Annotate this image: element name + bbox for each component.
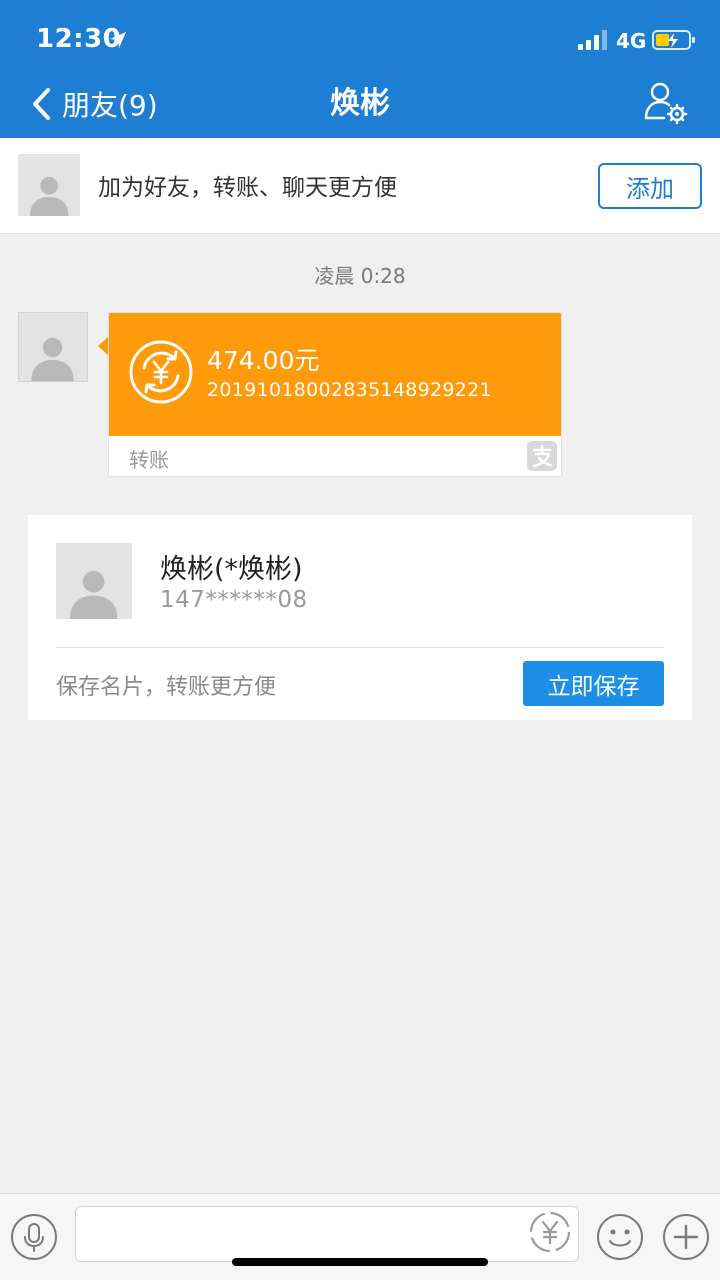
- header: 12:30 4G 朋友(9) 焕彬: [0, 0, 720, 138]
- add-friend-button[interactable]: 添加: [598, 163, 702, 209]
- transfer-label: 转账: [129, 448, 169, 472]
- emoji-icon[interactable]: [596, 1213, 644, 1261]
- transfer-yuan-icon: [129, 340, 193, 404]
- transfer-message-card[interactable]: 474.00元 20191018002835148929221 转账: [108, 312, 562, 477]
- message-input[interactable]: [75, 1206, 579, 1262]
- contact-avatar[interactable]: [56, 543, 132, 619]
- save-contact-hint: 保存名片，转账更方便: [56, 675, 277, 700]
- sender-avatar[interactable]: [18, 312, 88, 382]
- transfer-id: 20191018002835148929221: [207, 379, 492, 401]
- chat-input-bar: [0, 1193, 720, 1280]
- home-indicator[interactable]: [232, 1258, 488, 1266]
- save-contact-card: 焕彬(*焕彬) 147******08 保存名片，转账更方便 立即保存: [28, 515, 692, 720]
- default-avatar-icon: [31, 337, 75, 381]
- signal-icon: [578, 30, 607, 50]
- location-arrow-icon: [110, 32, 126, 48]
- page-title: 焕彬: [330, 86, 390, 121]
- avatar[interactable]: [18, 154, 80, 216]
- alipay-icon: [527, 441, 557, 471]
- network-type: 4G: [616, 29, 647, 53]
- add-friend-text: 加为好友，转账、聊天更方便: [98, 175, 397, 201]
- add-friend-banner: 加为好友，转账、聊天更方便 添加: [0, 138, 720, 234]
- default-avatar-icon: [70, 570, 118, 619]
- battery-charging-icon: [652, 30, 695, 50]
- yuan-icon[interactable]: [526, 1208, 574, 1256]
- contact-phone: 147******08: [160, 587, 308, 613]
- transfer-amount: 474.00元: [207, 346, 320, 375]
- navigation-bar: 朋友(9) 焕彬: [0, 76, 720, 138]
- save-contact-button[interactable]: 立即保存: [523, 661, 664, 706]
- message-timestamp: 凌晨 0:28: [314, 264, 406, 288]
- divider: [56, 647, 664, 648]
- status-bar: 12:30 4G: [0, 0, 720, 80]
- user-settings-icon[interactable]: [642, 78, 690, 126]
- default-avatar-icon: [29, 176, 69, 216]
- transfer-card-header: 474.00元 20191018002835148929221: [109, 313, 561, 436]
- contact-name: 焕彬(*焕彬): [160, 554, 303, 585]
- plus-icon[interactable]: [662, 1213, 710, 1261]
- microphone-icon[interactable]: [10, 1213, 58, 1261]
